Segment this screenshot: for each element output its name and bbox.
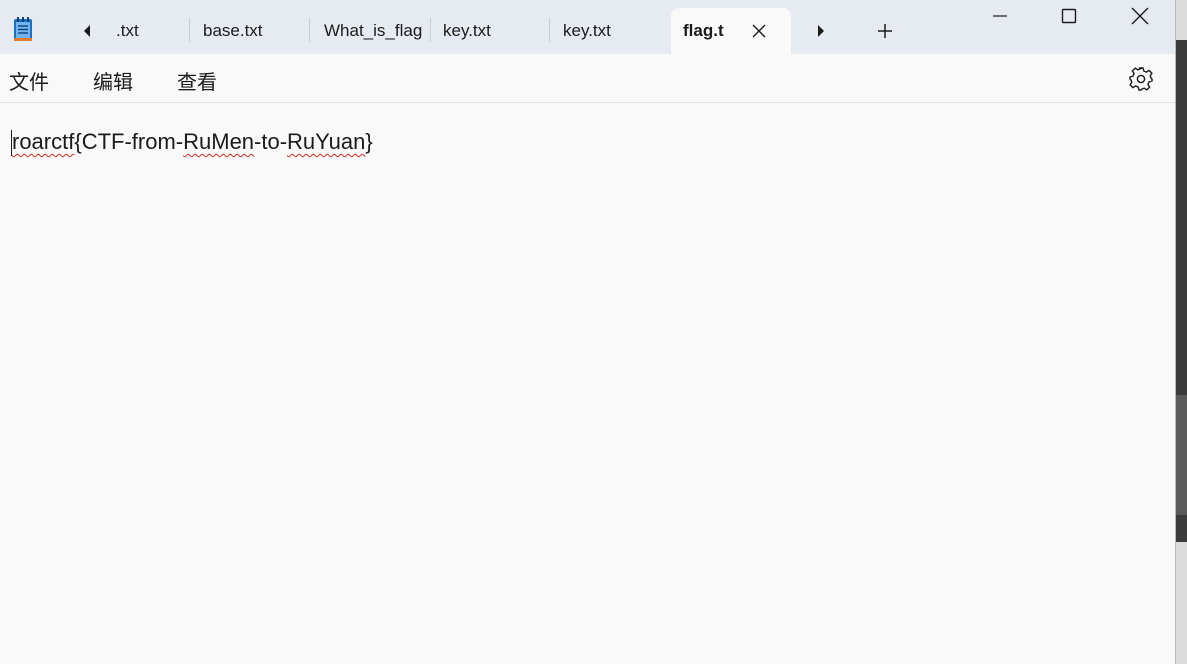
misspelled-word: RuYuan — [287, 129, 366, 154]
misspelled-word: roarctf — [12, 129, 75, 154]
minimize-icon — [993, 15, 1007, 17]
scroll-tabs-right-button[interactable] — [810, 20, 832, 42]
tab-what-is-flag[interactable]: What_is_flag — [312, 8, 431, 54]
tab-base-txt[interactable]: base.txt — [191, 8, 310, 54]
title-tab-bar: .txt base.txt What_is_flag key.txt key.t… — [0, 0, 1175, 54]
tab-divider — [309, 18, 310, 42]
tab-key-txt-2[interactable]: key.txt — [551, 8, 670, 54]
maximize-icon — [1061, 8, 1077, 24]
tab-key-txt[interactable]: key.txt — [431, 8, 550, 54]
text-run: {CTF-from- — [74, 129, 184, 154]
tab-divider — [189, 18, 190, 42]
maximize-button[interactable] — [1039, 0, 1099, 32]
text-editor[interactable]: roarctf{CTF-from-RuMen-to-RuYuan} — [0, 103, 1175, 664]
notepad-window: .txt base.txt What_is_flag key.txt key.t… — [0, 0, 1175, 664]
new-tab-button[interactable] — [872, 18, 898, 44]
menu-view[interactable]: 查看 — [177, 66, 217, 95]
menu-file[interactable]: 文件 — [9, 66, 49, 95]
editor-text-line[interactable]: roarctf{CTF-from-RuMen-to-RuYuan} — [12, 129, 373, 155]
gear-icon[interactable] — [1128, 66, 1154, 92]
close-icon[interactable] — [749, 21, 769, 41]
text-run: -to- — [254, 129, 288, 154]
minimize-button[interactable] — [970, 0, 1030, 32]
background-window-panel — [1176, 395, 1187, 515]
tab-txt[interactable]: .txt — [104, 8, 190, 54]
tab-label: key.txt — [563, 21, 611, 40]
chevron-left-icon — [84, 25, 90, 37]
menu-edit[interactable]: 编辑 — [93, 66, 133, 95]
plus-icon — [878, 24, 892, 38]
scroll-tabs-left-button[interactable] — [76, 20, 98, 42]
tab-label: base.txt — [203, 21, 263, 40]
menu-bar: 文件 编辑 查看 — [0, 54, 1175, 103]
tab-label: flag.t — [683, 21, 724, 40]
chevron-right-icon — [818, 25, 824, 37]
close-window-button[interactable] — [1110, 0, 1170, 32]
tab-divider — [549, 18, 550, 42]
background-window-edge — [1175, 0, 1187, 664]
text-run: } — [365, 129, 373, 154]
tab-flag-txt[interactable]: flag.t — [671, 8, 791, 54]
close-icon — [1131, 7, 1149, 25]
tab-label: .txt — [116, 21, 139, 40]
tab-label: key.txt — [443, 21, 491, 40]
tab-label: What_is_flag — [324, 21, 423, 40]
notepad-icon — [14, 17, 32, 41]
misspelled-word: RuMen — [183, 129, 255, 154]
